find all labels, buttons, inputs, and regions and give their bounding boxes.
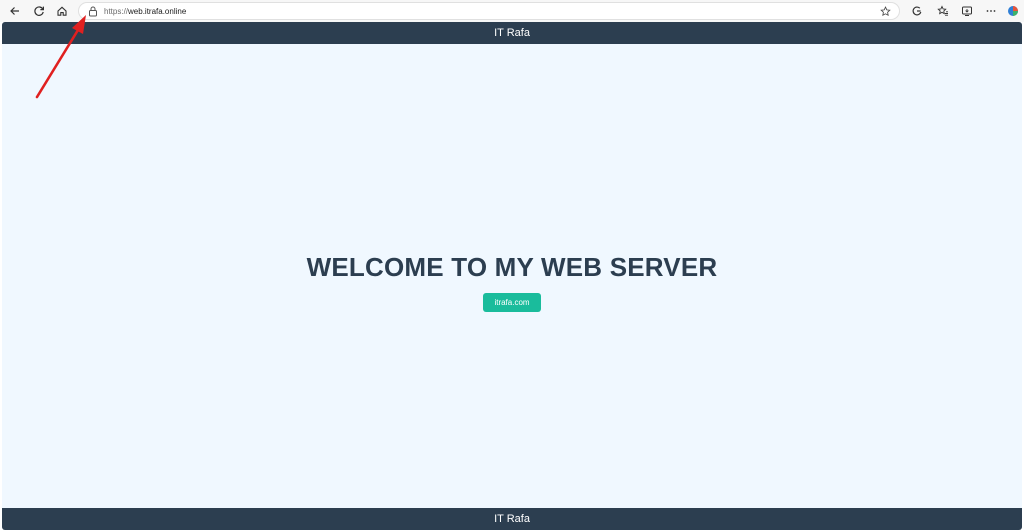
site-header: IT Rafa [2, 22, 1022, 44]
home-icon[interactable] [53, 2, 71, 20]
url-host: web.itrafa.online [128, 7, 187, 16]
url-text[interactable]: https://web.itrafa.online [104, 5, 186, 18]
page-title: WELCOME TO MY WEB SERVER [306, 252, 718, 282]
star-icon[interactable] [880, 6, 891, 17]
address-bar[interactable]: https://web.itrafa.online [78, 2, 900, 20]
browser-toolbar: https://web.itrafa.online [0, 0, 1024, 22]
favorites-icon[interactable] [934, 2, 952, 20]
profile-icon[interactable] [1004, 2, 1022, 20]
itrafa-link-button[interactable]: itrafa.com [483, 293, 541, 312]
page-viewport: IT Rafa WELCOME TO MY WEB SERVER itrafa.… [0, 22, 1024, 532]
lock-icon[interactable] [88, 6, 98, 17]
extensions-icon[interactable] [908, 2, 926, 20]
collections-icon[interactable] [958, 2, 976, 20]
site-footer: IT Rafa [2, 508, 1022, 530]
back-icon[interactable] [6, 2, 24, 20]
more-icon[interactable] [982, 2, 1000, 20]
site-frame: IT Rafa WELCOME TO MY WEB SERVER itrafa.… [2, 22, 1022, 530]
reload-icon[interactable] [30, 2, 48, 20]
url-protocol: https:// [104, 7, 129, 16]
hero-section: WELCOME TO MY WEB SERVER itrafa.com [2, 252, 1022, 312]
